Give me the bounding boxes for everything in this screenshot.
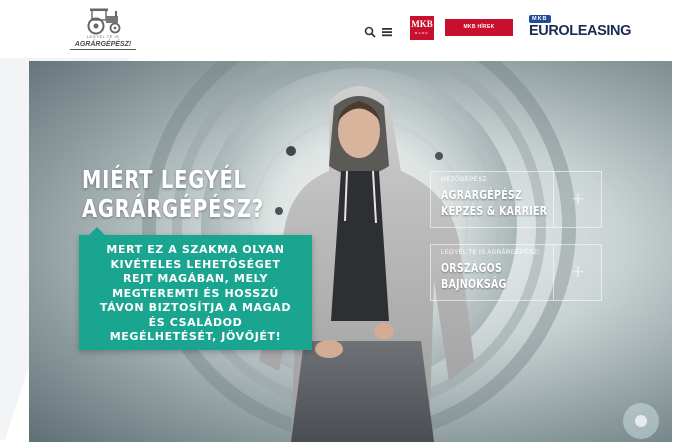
logo-tagline: LEGYÉL TE IS bbox=[86, 34, 120, 39]
card-category: LEGYÉL TE IS AGRÁRGÉPÉSZ! bbox=[441, 250, 540, 256]
site-header: LEGYÉL TE IS AGRÁRGÉPÉSZ! MKB BANK MKB H… bbox=[0, 0, 680, 58]
logo-wordmark: AGRÁRGÉPÉSZ! bbox=[70, 40, 136, 50]
mkb-news-button[interactable]: MKB HÍREK bbox=[445, 19, 513, 36]
hero-title-line-2: AGRÁRGÉPÉSZ? bbox=[82, 194, 265, 223]
card-title-line-1: ORSZÁGOS bbox=[441, 260, 503, 275]
euroleasing-logo[interactable]: MKB EUROLEASING bbox=[529, 15, 639, 41]
card-agrargepesz-kepzes[interactable]: MEZŐGÉPÉSZ AGRÁRGÉPÉSZ KÉPZÉS & KARRIER … bbox=[430, 171, 602, 228]
tractor-logo-icon bbox=[87, 8, 121, 35]
card-category: MEZŐGÉPÉSZ bbox=[441, 177, 487, 183]
hero-banner: MIÉRT LEGYÉL AGRÁRGÉPÉSZ? MERT EZ A SZAK… bbox=[29, 61, 672, 442]
hero-title: MIÉRT LEGYÉL AGRÁRGÉPÉSZ? bbox=[82, 165, 265, 223]
card-orszagos-bajnoksag[interactable]: LEGYÉL TE IS AGRÁRGÉPÉSZ! ORSZÁGOS BAJNO… bbox=[430, 244, 602, 301]
hero-message-line: MEGÉLHETÉSÉT, JÖVŐJÉT! bbox=[109, 330, 282, 343]
card-title: AGRÁRGÉPÉSZ KÉPZÉS & KARRIER bbox=[441, 187, 563, 219]
card-title: ORSZÁGOS BAJNOKSÁG bbox=[441, 260, 563, 292]
site-logo[interactable]: LEGYÉL TE IS AGRÁRGÉPÉSZ! bbox=[68, 7, 138, 53]
card-title-line-1: AGRÁRGÉPÉSZ bbox=[441, 187, 523, 202]
hero-message-line: TÁVON BIZTOSÍTJA A MAGAD bbox=[99, 301, 292, 314]
hero-message-line: KIVÉTELES LEHETŐSÉGET bbox=[110, 257, 281, 271]
card-title-line-2: KÉPZÉS & KARRIER bbox=[441, 203, 548, 218]
hamburger-menu-icon[interactable] bbox=[381, 23, 393, 37]
plus-icon[interactable]: + bbox=[554, 245, 602, 300]
search-icon[interactable] bbox=[364, 23, 376, 38]
mkb-bank-logo-subtext: BANK bbox=[415, 31, 429, 35]
hero-message-line: ÉS CSALÁDOD bbox=[148, 315, 243, 329]
plus-icon[interactable]: + bbox=[554, 172, 602, 227]
mkb-bank-logo[interactable]: MKB BANK bbox=[410, 16, 434, 40]
euroleasing-wordmark: EUROLEASING bbox=[529, 23, 631, 39]
hero-message-line: MEGTEREMTI ÉS HOSSZÚ bbox=[112, 286, 279, 300]
hero-message-box: MERT EZ A SZAKMA OLYAN KIVÉTELES LEHETŐS… bbox=[79, 227, 312, 350]
hero-message-line: MERT EZ A SZAKMA OLYAN bbox=[106, 243, 285, 256]
hero-title-line-1: MIÉRT LEGYÉL bbox=[82, 165, 247, 194]
hero-message-text: MERT EZ A SZAKMA OLYAN KIVÉTELES LEHETŐS… bbox=[79, 243, 312, 345]
mkb-bank-logo-text: MKB bbox=[411, 19, 433, 29]
euroleasing-badge: MKB bbox=[529, 15, 551, 23]
card-title-line-2: BAJNOKSÁG bbox=[441, 276, 507, 291]
hero-message-line: REJT MAGÁBAN, MELY bbox=[122, 272, 269, 285]
